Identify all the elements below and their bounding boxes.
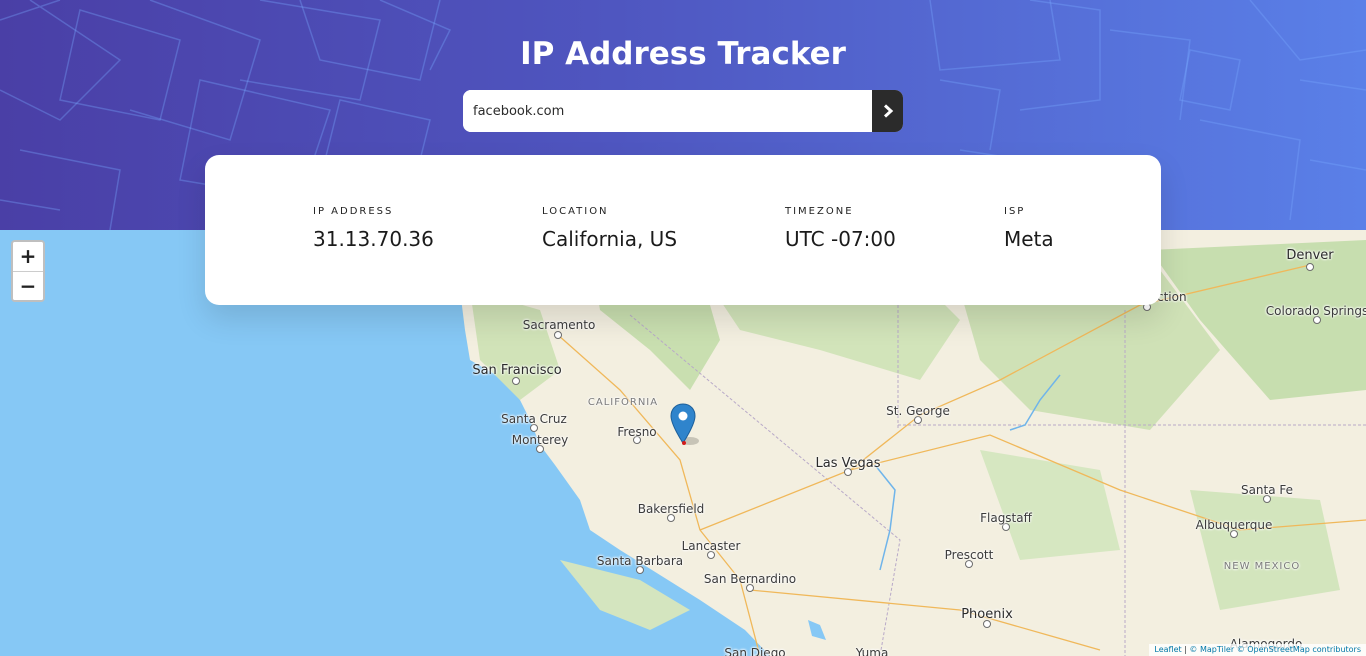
isp-label: ISP <box>1004 206 1026 217</box>
map-label-san-bernardino: San Bernardino <box>703 572 797 586</box>
map-label-bakersfield: Bakersfield <box>637 502 705 516</box>
leaflet-link[interactable]: Leaflet <box>1154 645 1181 654</box>
map-label-colorado-springs: Colorado Springs <box>1265 304 1366 318</box>
map-label-flagstaff: Flagstaff <box>980 511 1032 525</box>
search-submit-button[interactable] <box>872 90 903 132</box>
zoom-in-button[interactable]: + <box>13 242 43 271</box>
map-label-fresno: Fresno <box>617 425 657 439</box>
ip-address-cell: IP ADDRESS 31.13.70.36 <box>313 206 434 251</box>
map-label-las-vegas: Las Vegas <box>815 456 881 471</box>
map-label-california: CALIFORNIA <box>587 397 659 408</box>
map-label-san-francisco: San Francisco <box>472 363 562 378</box>
map-city-dot <box>1306 263 1314 271</box>
map-label-santa-barbara: Santa Barbara <box>596 554 684 568</box>
timezone-label: TIMEZONE <box>785 206 854 217</box>
zoom-control: + − <box>11 240 45 302</box>
map-label-santa-fe: Santa Fe <box>1240 483 1294 497</box>
location-label: LOCATION <box>542 206 609 217</box>
map-label-new-mexico: NEW MEXICO <box>1223 561 1301 572</box>
map-label-phoenix: Phoenix <box>961 607 1013 622</box>
map-city-dot <box>554 331 562 339</box>
isp-cell: ISP Meta <box>1004 206 1054 251</box>
map-label-lancaster: Lancaster <box>681 539 741 553</box>
map-label-santa-cruz: Santa Cruz <box>501 412 567 426</box>
map-label-sacramento: Sacramento <box>522 318 596 332</box>
map-label-prescott: Prescott <box>944 548 994 562</box>
location-cell: LOCATION California, US <box>542 206 677 251</box>
map-attribution: Leaflet | © MapTiler © OpenStreetMap con… <box>1149 644 1366 656</box>
location-marker[interactable] <box>670 403 700 451</box>
map-pin-icon <box>670 403 699 445</box>
zoom-out-button[interactable]: − <box>13 271 43 300</box>
ip-info-card: IP ADDRESS 31.13.70.36 LOCATION Californ… <box>205 155 1161 305</box>
timezone-cell: TIMEZONE UTC -07:00 <box>785 206 896 251</box>
isp-value: Meta <box>1004 227 1054 251</box>
ip-address-label: IP ADDRESS <box>313 206 394 217</box>
maptiler-link[interactable]: © MapTiler <box>1189 645 1234 654</box>
map-city-dot <box>512 377 520 385</box>
timezone-value: UTC -07:00 <box>785 227 896 251</box>
map-label-yuma: Yuma <box>855 646 889 656</box>
map-label-monterey: Monterey <box>511 433 569 447</box>
map-label-st-george: St. George <box>886 404 950 418</box>
osm-link[interactable]: © OpenStreetMap contributors <box>1237 645 1361 654</box>
map-label-san-diego: San Diego <box>724 646 786 656</box>
page-title: IP Address Tracker <box>520 36 846 72</box>
search-bar <box>463 90 903 132</box>
ip-address-value: 31.13.70.36 <box>313 227 434 251</box>
search-input[interactable] <box>463 90 872 132</box>
location-value: California, US <box>542 227 678 251</box>
map-label-denver: Denver <box>1286 248 1334 263</box>
chevron-right-icon <box>883 104 893 118</box>
map-label-albuquerque: Albuquerque <box>1195 518 1273 532</box>
